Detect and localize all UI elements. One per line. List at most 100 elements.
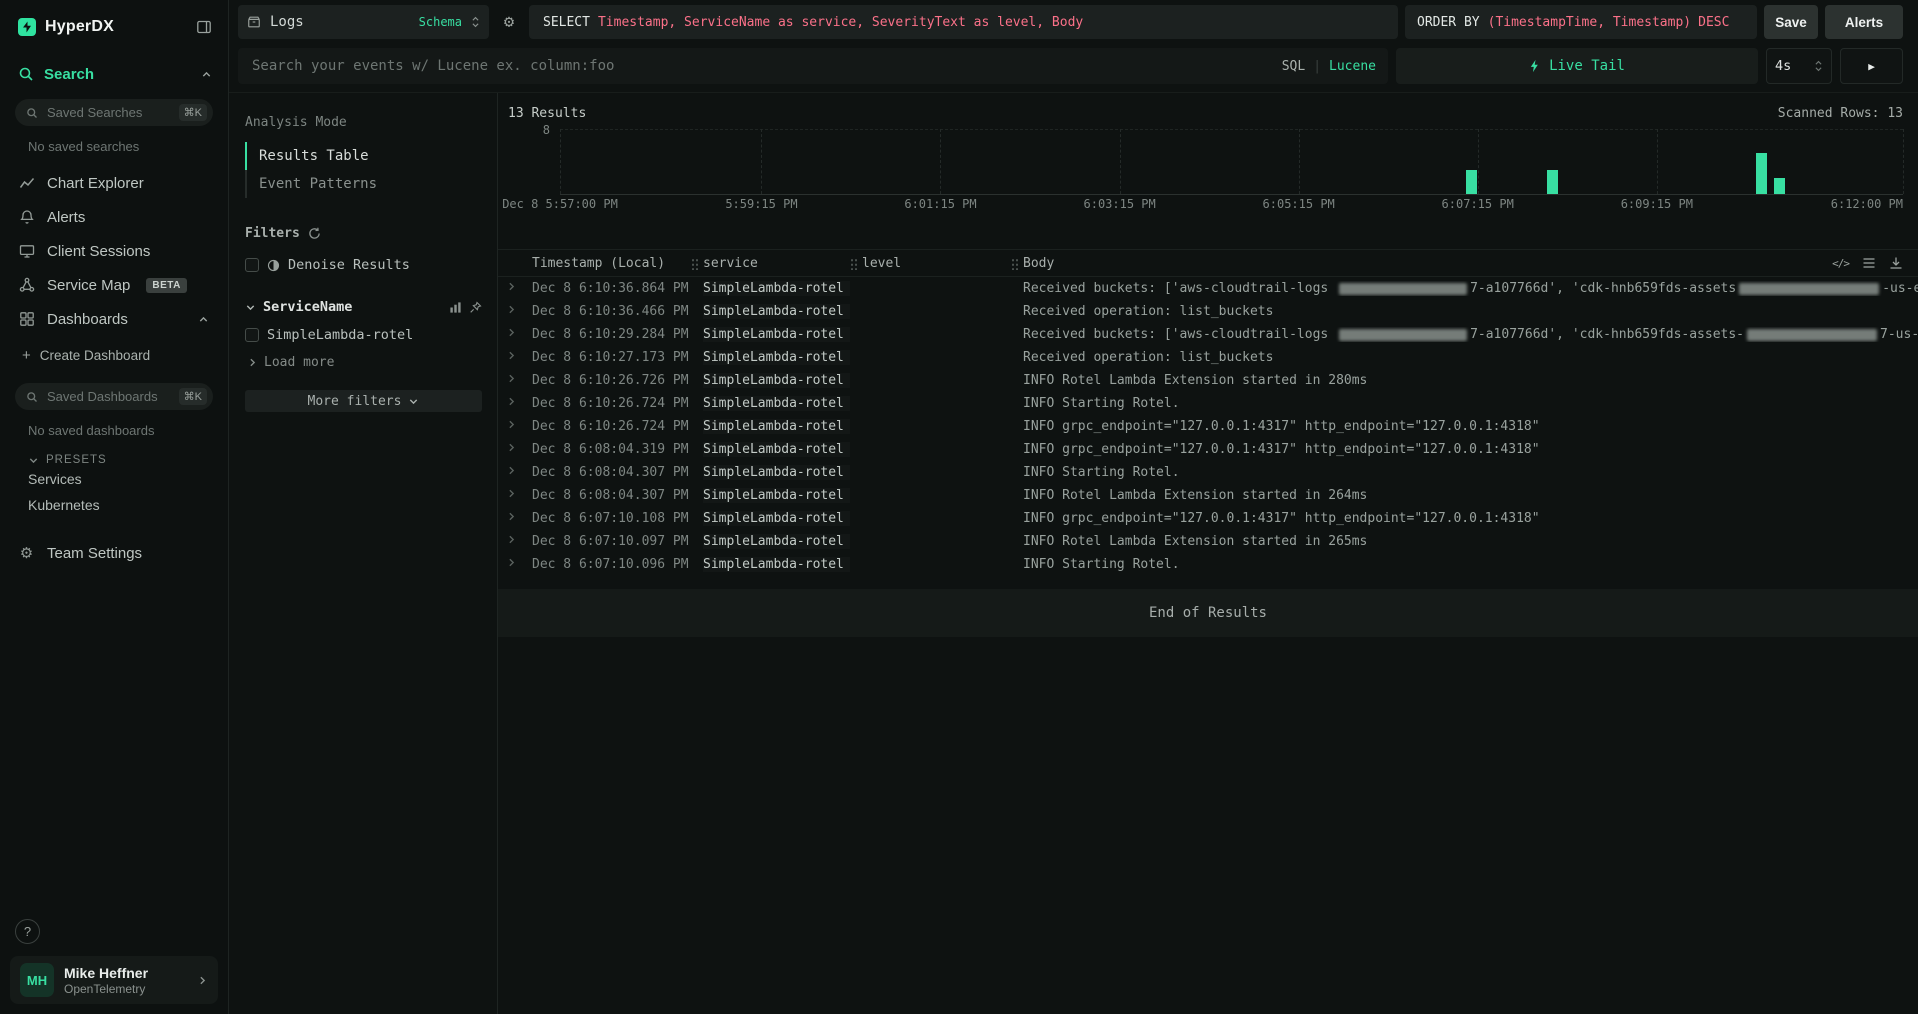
table-row[interactable]: Dec 8 6:08:04.319 PMSimpleLambda-rotelIN…: [498, 438, 1918, 461]
saved-searches-input[interactable]: [45, 104, 172, 121]
refresh-filters-icon[interactable]: [308, 227, 321, 240]
column-drag-handle[interactable]: [1011, 257, 1023, 270]
download-icon[interactable]: [1889, 256, 1903, 270]
live-tail-button[interactable]: Live Tail: [1396, 48, 1758, 84]
sidebar-item-client-sessions[interactable]: Client Sessions: [0, 234, 228, 268]
sidebar-item-chart-explorer[interactable]: Chart Explorer: [0, 166, 228, 200]
panel-collapse-icon[interactable]: [196, 19, 212, 35]
code-icon[interactable]: </>: [1832, 257, 1849, 270]
row-expand-button[interactable]: [498, 488, 532, 503]
preset-services[interactable]: Services: [0, 466, 228, 492]
table-row[interactable]: Dec 8 6:10:27.173 PMSimpleLambda-rotelRe…: [498, 346, 1918, 369]
source-selector[interactable]: Logs Schema: [238, 5, 489, 39]
redacted-text: [1739, 283, 1879, 295]
row-body: Received operation: list_buckets: [1023, 350, 1918, 365]
row-expand-button[interactable]: [498, 419, 532, 434]
row-expand-button[interactable]: [498, 304, 532, 319]
histogram-bar: [1774, 178, 1785, 194]
row-expand-button[interactable]: [498, 281, 532, 296]
saved-dashboards-input[interactable]: [45, 388, 172, 405]
load-more-button[interactable]: Load more: [245, 355, 482, 370]
column-drag-handle[interactable]: [691, 257, 703, 270]
sql-select-editor[interactable]: SELECT Timestamp, ServiceName as service…: [529, 5, 1398, 39]
x-axis-tick-label: 6:03:15 PM: [1084, 197, 1156, 211]
language-sql[interactable]: SQL: [1282, 59, 1305, 74]
denoise-checkbox[interactable]: [245, 258, 259, 272]
facet-value-simplelambda-rotel[interactable]: SimpleLambda-rotel: [245, 327, 482, 343]
chevron-right-icon: [506, 557, 517, 568]
filters-panel: Analysis Mode Results TableEvent Pattern…: [229, 93, 498, 1014]
table-row[interactable]: Dec 8 6:10:26.724 PMSimpleLambda-rotelIN…: [498, 392, 1918, 415]
alerts-button[interactable]: Alerts: [1825, 5, 1903, 39]
chevron-up-icon[interactable]: [195, 314, 212, 325]
language-lucene[interactable]: Lucene: [1329, 59, 1376, 74]
chevron-up-icon[interactable]: [201, 69, 212, 80]
save-button[interactable]: Save: [1764, 5, 1818, 39]
refresh-interval-stepper[interactable]: 4s: [1766, 48, 1832, 84]
source-label: Logs: [270, 14, 410, 30]
table-row[interactable]: Dec 8 6:10:36.466 PMSimpleLambda-rotelRe…: [498, 300, 1918, 323]
user-name: Mike Heffner: [64, 964, 148, 982]
preset-kubernetes[interactable]: Kubernetes: [0, 492, 228, 518]
row-expand-button[interactable]: [498, 534, 532, 549]
denoise-results-toggle[interactable]: Denoise Results: [245, 257, 482, 273]
kbd-shortcut: ⌘K: [179, 388, 207, 405]
row-expand-button[interactable]: [498, 350, 532, 365]
source-settings-button[interactable]: ⚙: [496, 5, 522, 39]
service-map-icon: [18, 277, 35, 293]
table-row[interactable]: Dec 8 6:08:04.307 PMSimpleLambda-rotelIN…: [498, 484, 1918, 507]
redacted-text: [1339, 329, 1467, 341]
pin-icon[interactable]: [469, 301, 482, 314]
order-by-editor[interactable]: ORDER BY (TimestampTime, Timestamp) DESC: [1405, 5, 1757, 39]
sidebar-item-search[interactable]: Search: [0, 62, 228, 86]
chevron-right-icon: [506, 281, 517, 292]
row-expand-button[interactable]: [498, 557, 532, 572]
schema-label: Schema: [419, 15, 462, 29]
sidebar-item-alerts[interactable]: Alerts: [0, 200, 228, 234]
column-drag-handle[interactable]: [850, 257, 862, 270]
histogram-bar: [1466, 170, 1477, 194]
presets-section-toggle[interactable]: PRESETS: [0, 454, 228, 466]
row-expand-button[interactable]: [498, 465, 532, 480]
row-body: Received buckets: ['aws-cloudtrail-logs …: [1023, 327, 1918, 342]
row-body: INFO Starting Rotel.: [1023, 396, 1918, 411]
sidebar-item-team-settings[interactable]: ⚙ Team Settings: [0, 536, 228, 570]
chevron-down-icon[interactable]: [245, 302, 256, 313]
results-area: 13 Results Scanned Rows: 13 8 Dec 8 5:57…: [498, 93, 1918, 1014]
mode-event-patterns[interactable]: Event Patterns: [245, 170, 482, 198]
table-row[interactable]: Dec 8 6:10:26.724 PMSimpleLambda-rotelIN…: [498, 415, 1918, 438]
events-histogram[interactable]: 8 Dec 8 5:57:00 PM5:59:15 PM6:01:15 PM6:…: [508, 127, 1903, 211]
row-expand-button[interactable]: [498, 373, 532, 388]
more-filters-button[interactable]: More filters: [245, 390, 482, 412]
rows-icon[interactable]: [1862, 256, 1876, 270]
sidebar-item-service-map[interactable]: Service MapBETA: [0, 268, 228, 302]
facet-checkbox[interactable]: [245, 328, 259, 342]
chevron-right-icon: [506, 373, 517, 384]
row-expand-button[interactable]: [498, 327, 532, 342]
user-org: OpenTelemetry: [64, 982, 148, 996]
user-profile[interactable]: MH Mike Heffner OpenTelemetry: [10, 956, 218, 1004]
table-row[interactable]: Dec 8 6:08:04.307 PMSimpleLambda-rotelIN…: [498, 461, 1918, 484]
row-expand-button[interactable]: [498, 442, 532, 457]
row-expand-button[interactable]: [498, 396, 532, 411]
facet-chart-icon[interactable]: [449, 301, 462, 314]
table-row[interactable]: Dec 8 6:10:26.726 PMSimpleLambda-rotelIN…: [498, 369, 1918, 392]
sidebar-item-dashboards[interactable]: Dashboards: [0, 302, 228, 336]
table-row[interactable]: Dec 8 6:07:10.096 PMSimpleLambda-rotelIN…: [498, 553, 1918, 576]
help-button[interactable]: ?: [15, 919, 40, 944]
run-query-button[interactable]: ▶: [1840, 48, 1903, 84]
table-row[interactable]: Dec 8 6:07:10.108 PMSimpleLambda-rotelIN…: [498, 507, 1918, 530]
row-expand-button[interactable]: [498, 511, 532, 526]
column-header-body: Body: [1023, 256, 1822, 271]
chevron-right-icon: [506, 419, 517, 430]
event-search-input[interactable]: [250, 57, 1272, 75]
create-dashboard-button[interactable]: + Create Dashboard: [0, 340, 228, 370]
stepper-arrows-icon[interactable]: [1814, 59, 1823, 73]
table-row[interactable]: Dec 8 6:10:29.284 PMSimpleLambda-rotelRe…: [498, 323, 1918, 346]
mode-results-table[interactable]: Results Table: [245, 142, 482, 170]
table-row[interactable]: Dec 8 6:07:10.097 PMSimpleLambda-rotelIN…: [498, 530, 1918, 553]
results-table-body: Dec 8 6:10:36.864 PMSimpleLambda-rotelRe…: [498, 277, 1918, 576]
chevron-right-icon: [506, 488, 517, 499]
table-row[interactable]: Dec 8 6:10:36.864 PMSimpleLambda-rotelRe…: [498, 277, 1918, 300]
chevron-right-icon: [506, 511, 517, 522]
